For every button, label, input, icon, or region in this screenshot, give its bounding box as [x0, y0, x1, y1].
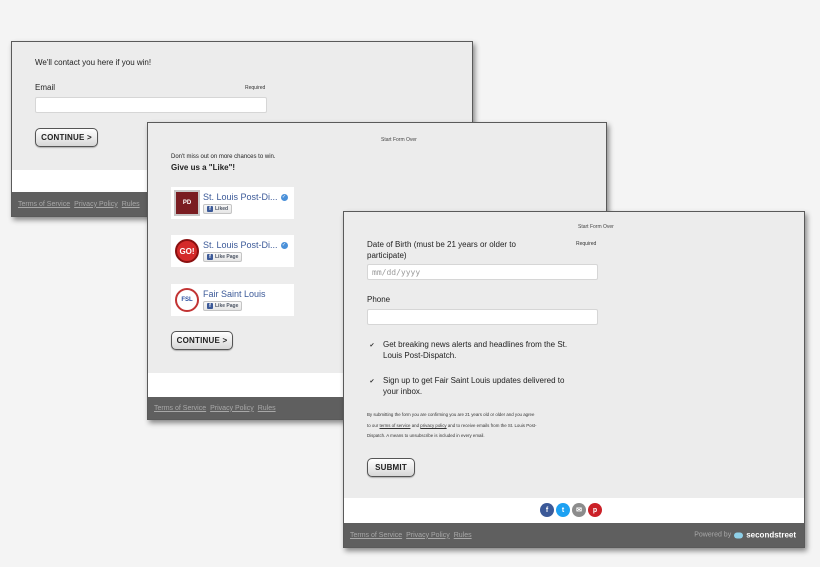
verified-badge-icon: ✓: [280, 193, 288, 201]
privacy-link[interactable]: Privacy Policy: [210, 405, 254, 412]
terms-of-service-link[interactable]: terms of service: [379, 423, 410, 428]
dob-input[interactable]: mm/dd/yyyy: [367, 264, 598, 280]
step2-continue-button[interactable]: CONTINUE >: [171, 331, 233, 350]
step1-heading: We'll contact you here if you win!: [35, 58, 152, 67]
privacy-link[interactable]: Privacy Policy: [406, 532, 450, 539]
legal-disclaimer: By submitting the form you are confirmin…: [367, 412, 537, 438]
fair-saint-louis-logo-icon: FSL: [174, 287, 200, 313]
breaking-news-checkbox-row: ✔ Get breaking news alerts and headlines…: [369, 340, 568, 360]
facebook-icon: f: [207, 303, 213, 309]
step2-heading: Give us a "Like"!: [171, 163, 236, 172]
email-icon[interactable]: ✉: [572, 503, 586, 517]
like-page-name[interactable]: St. Louis Post-Di...: [203, 192, 278, 202]
like-page-name[interactable]: Fair Saint Louis: [203, 289, 266, 299]
liked-button[interactable]: f Liked: [203, 204, 233, 214]
fair-updates-checkbox[interactable]: ✔: [369, 378, 375, 385]
powered-by: Powered by secondstreet: [694, 530, 796, 540]
dob-required-label: Required: [576, 241, 597, 247]
twitter-icon[interactable]: t: [556, 503, 570, 517]
like-page-card: GO! St. Louis Post-Di... ✓ f Like Page: [171, 235, 294, 267]
privacy-policy-link[interactable]: privacy policy: [420, 423, 446, 428]
submit-button[interactable]: SUBMIT: [367, 458, 415, 477]
social-share-buttons: f t ✉ p: [540, 503, 602, 517]
step2-subtitle: Don't miss out on more chances to win.: [171, 154, 276, 160]
terms-link[interactable]: Terms of Service: [154, 405, 206, 412]
secondstreet-logo-icon: [734, 532, 744, 538]
terms-link[interactable]: Terms of Service: [18, 201, 70, 208]
secondstreet-brand[interactable]: secondstreet: [746, 531, 796, 540]
facebook-icon: f: [207, 206, 213, 212]
breaking-news-checkbox[interactable]: ✔: [369, 342, 375, 349]
step1-continue-button[interactable]: CONTINUE >: [35, 128, 98, 147]
email-input[interactable]: [35, 97, 267, 113]
email-label: Email: [35, 83, 56, 92]
privacy-link[interactable]: Privacy Policy: [74, 201, 118, 208]
email-required-label: Required: [245, 85, 266, 91]
verified-badge-icon: ✓: [280, 241, 288, 249]
step2-start-over-link[interactable]: Start Form Over: [381, 137, 417, 143]
rules-link[interactable]: Rules: [258, 405, 276, 412]
rules-link[interactable]: Rules: [122, 201, 140, 208]
like-page-name[interactable]: St. Louis Post-Di...: [203, 240, 278, 250]
facebook-icon: f: [207, 254, 213, 260]
details-step-card: Start Form Over Date of Birth (must be 2…: [343, 211, 805, 548]
rules-link[interactable]: Rules: [454, 532, 472, 539]
like-page-card: PD St. Louis Post-Di... ✓ f Liked: [171, 187, 294, 219]
phone-label: Phone: [367, 295, 391, 304]
dob-label: Date of Birth (must be 21 years or older…: [367, 240, 516, 260]
like-page-button[interactable]: f Like Page: [203, 252, 243, 262]
go-logo-icon: GO!: [174, 238, 200, 264]
like-page-button[interactable]: f Like Page: [203, 301, 243, 311]
fair-updates-checkbox-row: ✔ Sign up to get Fair Saint Louis update…: [369, 376, 565, 396]
phone-input[interactable]: [367, 309, 598, 325]
facebook-icon[interactable]: f: [540, 503, 554, 517]
like-page-card: FSL Fair Saint Louis f Like Page: [171, 284, 294, 316]
step3-footer: Terms of Service Privacy Policy Rules Po…: [344, 523, 804, 547]
terms-link[interactable]: Terms of Service: [350, 532, 402, 539]
post-dispatch-logo-icon: PD: [174, 190, 200, 216]
pinterest-icon[interactable]: p: [588, 503, 602, 517]
step3-start-over-link[interactable]: Start Form Over: [578, 224, 614, 230]
